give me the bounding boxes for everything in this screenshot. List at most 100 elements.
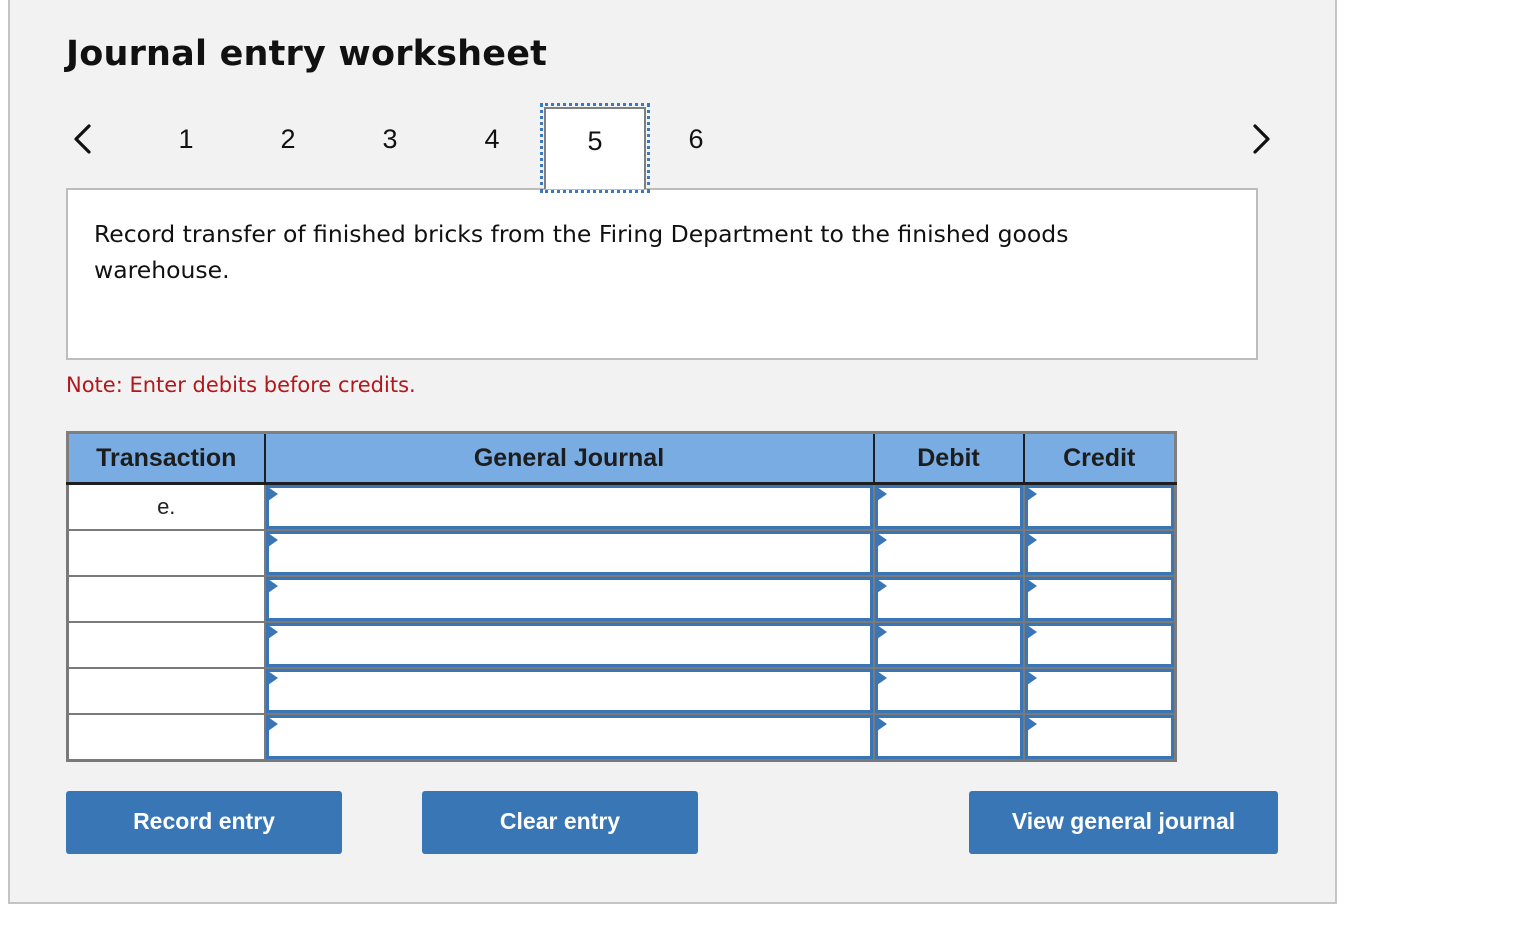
tab-3[interactable]: 3 (340, 109, 440, 189)
tab-label: 1 (178, 124, 194, 154)
header-transaction: Transaction (66, 431, 266, 485)
transaction-description-box: Record transfer of finished bricks from … (66, 188, 1258, 360)
account-cell (263, 482, 875, 531)
credit-input[interactable] (1027, 534, 1171, 572)
tab-6[interactable]: 6 (646, 109, 746, 189)
general-journal-account-input-box[interactable] (265, 577, 873, 621)
cell-marker-icon (1026, 717, 1037, 731)
view-general-journal-button[interactable]: View general journal (969, 791, 1278, 854)
general-journal-account-input[interactable] (268, 718, 870, 756)
clear-entry-button[interactable]: Clear entry (422, 791, 698, 854)
credit-cell (1022, 713, 1177, 762)
debit-input[interactable] (877, 718, 1020, 756)
tab-4[interactable]: 4 (442, 109, 542, 189)
cell-marker-icon (267, 671, 278, 685)
table-row (66, 529, 1177, 577)
debit-input[interactable] (877, 488, 1020, 526)
table-header-row: Transaction General Journal Debit Credit (66, 431, 1177, 485)
cell-marker-icon (267, 579, 278, 593)
next-tab-button[interactable] (1247, 122, 1277, 156)
general-journal-account-input-box[interactable] (265, 485, 873, 529)
general-journal-account-input[interactable] (268, 626, 870, 664)
account-cell (263, 713, 875, 762)
general-journal-account-input-box[interactable] (265, 669, 873, 713)
debit-cell (872, 529, 1025, 577)
credit-cell (1022, 621, 1177, 669)
cell-marker-icon (267, 533, 278, 547)
transaction-cell: e. (66, 482, 266, 531)
account-cell (263, 529, 875, 577)
general-journal-account-input-box[interactable] (265, 623, 873, 667)
credit-input-box[interactable] (1024, 577, 1174, 621)
cell-marker-icon (1026, 487, 1037, 501)
credit-input[interactable] (1027, 672, 1171, 710)
cell-marker-icon (876, 579, 887, 593)
debit-cell (872, 713, 1025, 762)
debit-input-box[interactable] (874, 715, 1023, 759)
debit-input[interactable] (877, 626, 1020, 664)
transaction-cell (66, 529, 266, 577)
credit-cell (1022, 575, 1177, 623)
prev-tab-button[interactable] (67, 122, 97, 156)
tab-label: 3 (382, 124, 398, 154)
table-row (66, 713, 1177, 762)
tab-1[interactable]: 1 (136, 109, 236, 189)
debit-input-box[interactable] (874, 577, 1023, 621)
debit-input-box[interactable] (874, 669, 1023, 713)
debit-cell (872, 667, 1025, 715)
debit-cell (872, 482, 1025, 531)
tab-label: 6 (688, 124, 704, 154)
cell-marker-icon (876, 487, 887, 501)
general-journal-account-input-box[interactable] (265, 531, 873, 575)
credit-input-box[interactable] (1024, 669, 1174, 713)
tab-5-active[interactable]: 5 (540, 103, 650, 193)
credit-input[interactable] (1027, 626, 1171, 664)
credit-cell (1022, 529, 1177, 577)
general-journal-account-input[interactable] (268, 534, 870, 572)
debit-input[interactable] (877, 534, 1020, 572)
header-credit: Credit (1022, 431, 1177, 485)
credit-input-box[interactable] (1024, 715, 1174, 759)
credit-input[interactable] (1027, 718, 1171, 756)
account-cell (263, 667, 875, 715)
tab-label: 4 (484, 124, 500, 154)
chevron-right-icon (1253, 124, 1270, 154)
credit-input-box[interactable] (1024, 531, 1174, 575)
transaction-cell (66, 713, 266, 762)
general-journal-account-input[interactable] (268, 580, 870, 618)
credit-input[interactable] (1027, 580, 1171, 618)
table-row (66, 621, 1177, 669)
transaction-cell (66, 667, 266, 715)
cell-marker-icon (267, 717, 278, 731)
tab-2[interactable]: 2 (238, 109, 338, 189)
cell-marker-icon (267, 487, 278, 501)
worksheet-title: Journal entry worksheet (66, 34, 548, 74)
credit-input-box[interactable] (1024, 623, 1174, 667)
header-debit: Debit (872, 431, 1025, 485)
cell-marker-icon (876, 625, 887, 639)
chevron-left-icon (74, 124, 91, 154)
debit-cell (872, 575, 1025, 623)
debit-input-box[interactable] (874, 531, 1023, 575)
debit-input-box[interactable] (874, 485, 1023, 529)
header-general-journal: General Journal (263, 431, 875, 485)
credit-input[interactable] (1027, 488, 1171, 526)
record-entry-button[interactable]: Record entry (66, 791, 342, 854)
cell-marker-icon (876, 533, 887, 547)
cell-marker-icon (876, 717, 887, 731)
credit-cell (1022, 482, 1177, 531)
general-journal-account-input[interactable] (268, 672, 870, 710)
debit-input[interactable] (877, 580, 1020, 618)
cell-marker-icon (1026, 579, 1037, 593)
transaction-description: Record transfer of finished bricks from … (94, 220, 1069, 284)
cell-marker-icon (876, 671, 887, 685)
account-cell (263, 575, 875, 623)
cell-marker-icon (1026, 533, 1037, 547)
general-journal-account-input-box[interactable] (265, 715, 873, 759)
debit-input[interactable] (877, 672, 1020, 710)
general-journal-account-input[interactable] (268, 488, 870, 526)
credit-input-box[interactable] (1024, 485, 1174, 529)
transaction-cell (66, 575, 266, 623)
debit-input-box[interactable] (874, 623, 1023, 667)
table-row: e. (66, 482, 1177, 531)
